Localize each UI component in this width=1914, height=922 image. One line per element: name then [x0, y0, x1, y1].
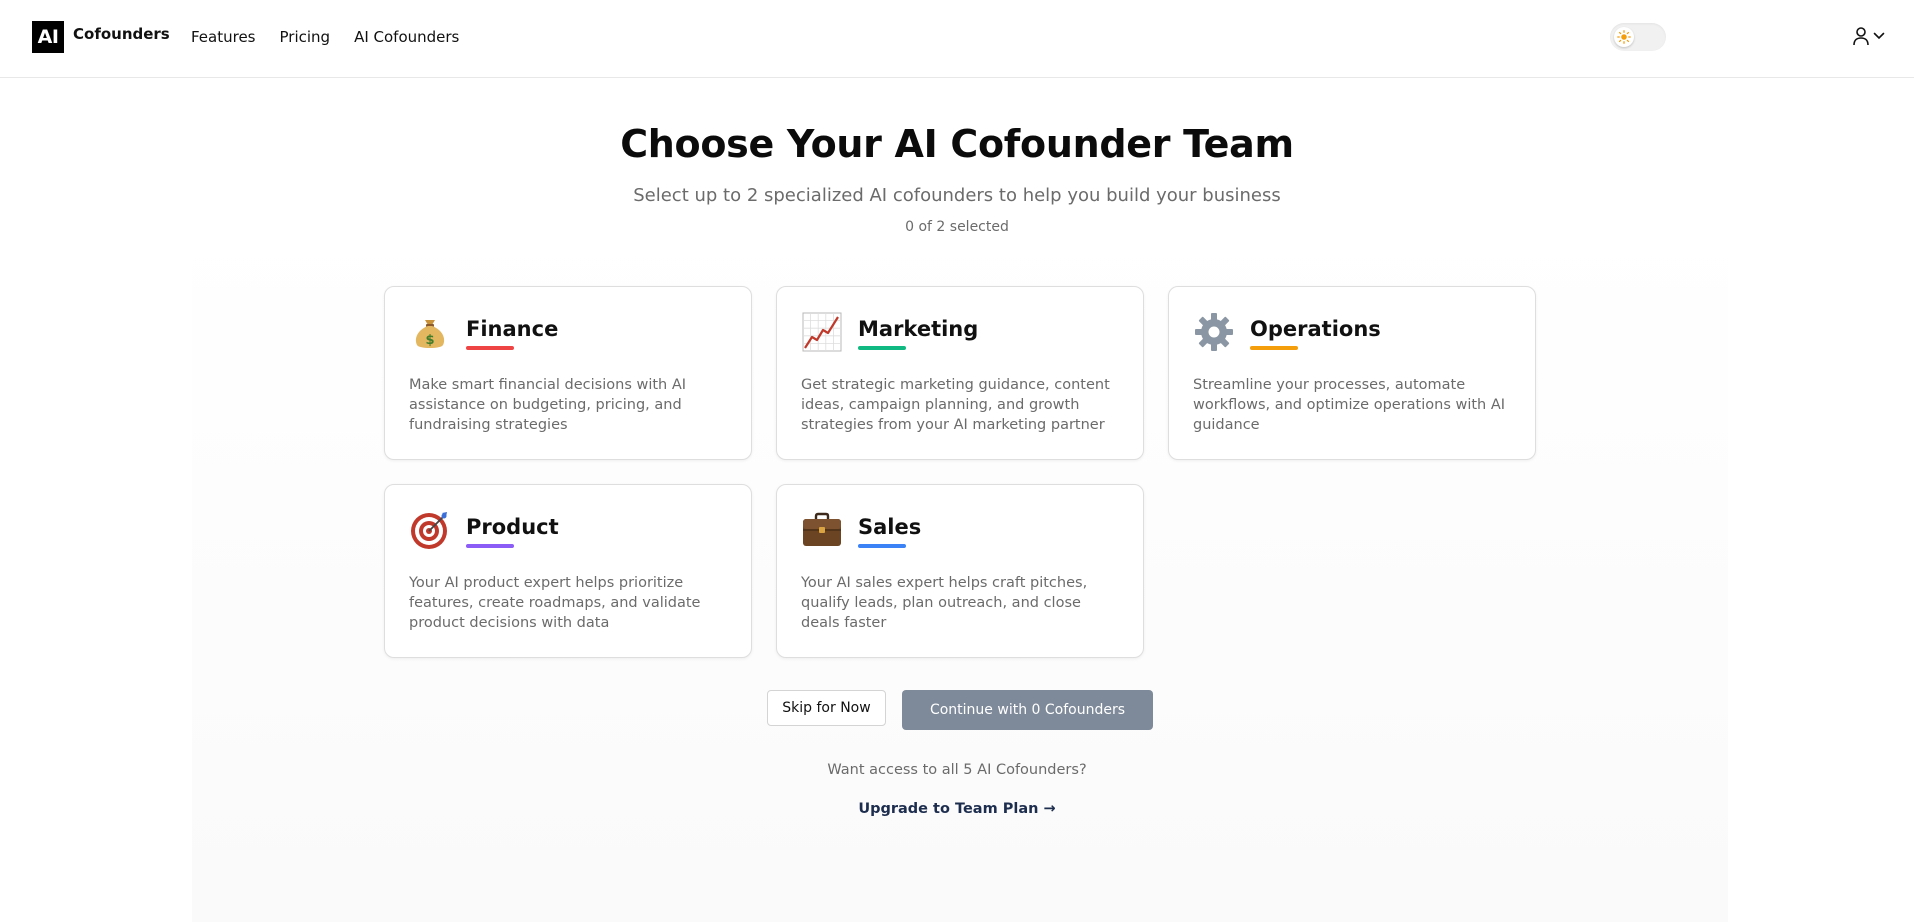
upgrade-link-wrapper: Upgrade to Team Plan → [0, 798, 1914, 817]
selection-counter: 0 of 2 selected [905, 219, 1009, 235]
upgrade-prompt-text: Want access to all 5 AI Cofounders? [827, 762, 1087, 778]
logo-text: Cofounders [73, 25, 170, 43]
cofounder-card-sales[interactable]: Sales Your AI sales expert helps craft p… [776, 484, 1144, 658]
briefcase-icon [803, 512, 841, 546]
continue-button[interactable]: Continue with 0 Cofounders [902, 690, 1153, 730]
card-description: Make smart financial decisions with AI a… [409, 377, 687, 433]
nav-ai-cofounders-link[interactable]: AI Cofounders [354, 28, 459, 46]
nav-pricing-link[interactable]: Pricing [280, 28, 331, 46]
sun-icon [1617, 30, 1631, 44]
card-accent-bar [858, 346, 906, 350]
card-title: Operations [1250, 317, 1381, 341]
chevron-down-icon [1873, 32, 1885, 40]
top-nav-bar: AI Cofounders Features Pricing AI Cofoun… [0, 0, 1914, 78]
gear-icon [1195, 313, 1233, 351]
card-accent-bar [1250, 346, 1298, 350]
user-icon [1853, 27, 1869, 46]
card-accent-bar [466, 346, 514, 350]
brand-logo[interactable]: AI Cofounders [32, 21, 170, 53]
card-title: Sales [858, 515, 922, 539]
svg-text:$: $ [425, 333, 434, 348]
money-bag-icon: $ [415, 320, 445, 348]
nav-features-link[interactable]: Features [191, 28, 256, 46]
card-description: Your AI sales expert helps craft pitches… [801, 575, 1088, 631]
card-description: Get strategic marketing guidance, conten… [801, 377, 1110, 433]
card-title: Finance [466, 317, 559, 341]
page-subtitle: Select up to 2 specialized AI cofounders… [633, 185, 1281, 206]
upgrade-team-plan-link[interactable]: Upgrade to Team Plan → [858, 801, 1055, 817]
user-menu-button[interactable] [1852, 26, 1885, 46]
card-accent-bar [858, 544, 906, 548]
toggle-knob [1614, 27, 1634, 47]
card-accent-bar [466, 544, 514, 548]
card-title: Product [466, 515, 559, 539]
theme-toggle[interactable] [1610, 23, 1666, 51]
chart-up-icon [802, 312, 842, 352]
cofounder-card-finance[interactable]: $ Finance Make smart financial decisions… [384, 286, 752, 460]
card-description: Your AI product expert helps prioritize … [409, 575, 701, 631]
page-title: Choose Your AI Cofounder Team [620, 122, 1294, 166]
cofounder-card-marketing[interactable]: Marketing Get strategic marketing guidan… [776, 286, 1144, 460]
cofounder-card-product[interactable]: Product Your AI product expert helps pri… [384, 484, 752, 658]
card-description: Streamline your processes, automate work… [1193, 377, 1506, 433]
cofounder-card-operations[interactable]: Operations Streamline your processes, au… [1168, 286, 1536, 460]
card-title: Marketing [858, 317, 979, 341]
skip-button[interactable]: Skip for Now [767, 690, 886, 726]
main-nav: Features Pricing AI Cofounders [191, 28, 483, 46]
logo-mark: AI [32, 21, 64, 53]
target-icon [411, 512, 447, 549]
